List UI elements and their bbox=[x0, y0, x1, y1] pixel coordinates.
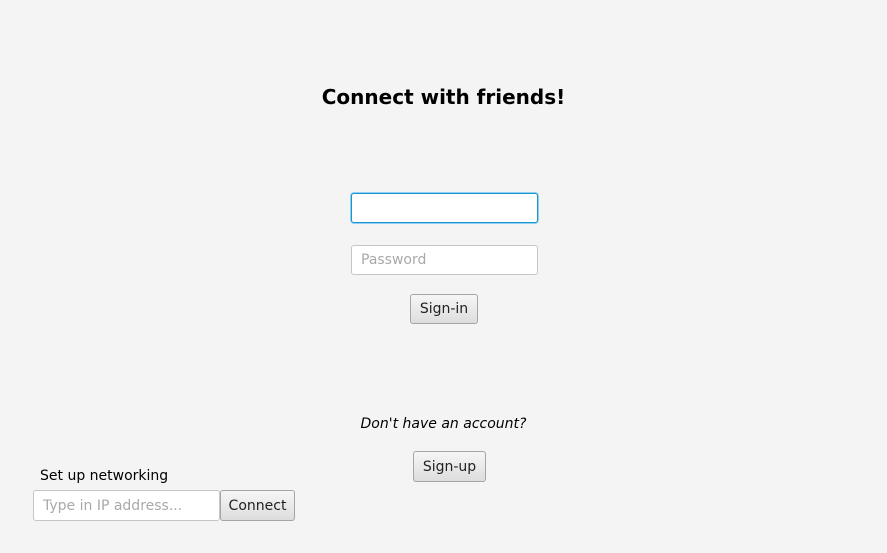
signup-prompt: Don't have an account? bbox=[360, 416, 527, 432]
username-field[interactable] bbox=[351, 193, 538, 223]
connect-button[interactable]: Connect bbox=[220, 490, 295, 521]
sign-in-button[interactable]: Sign-in bbox=[410, 294, 478, 324]
page-title: Connect with friends! bbox=[321, 85, 566, 109]
ip-address-input[interactable] bbox=[33, 490, 220, 521]
sign-up-button[interactable]: Sign-up bbox=[413, 451, 486, 482]
networking-label: Set up networking bbox=[40, 468, 169, 484]
password-field[interactable] bbox=[351, 245, 538, 275]
